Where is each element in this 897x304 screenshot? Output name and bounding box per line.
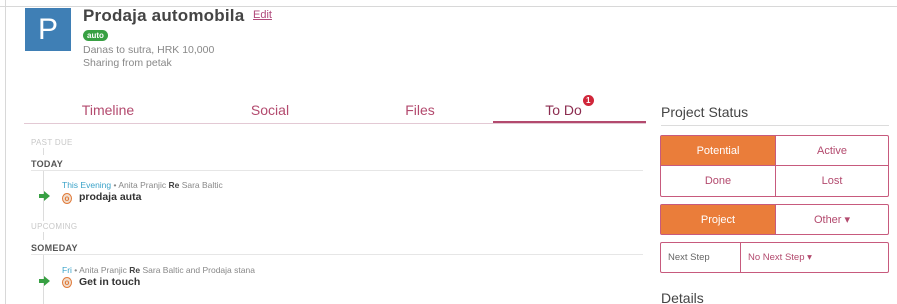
task-assignee: • Anita Pranjic xyxy=(71,265,130,275)
section-past-due: PAST DUE xyxy=(31,138,73,147)
status-active[interactable]: Active xyxy=(776,136,888,166)
project-meta-sharing: Sharing from petak xyxy=(83,57,172,69)
task-arrow-icon xyxy=(39,191,50,201)
details-heading: Details xyxy=(661,290,704,304)
tab-todo-label: To Do xyxy=(545,102,582,118)
tab-social[interactable]: Social xyxy=(184,99,356,123)
status-selector: Potential Active Done Lost xyxy=(660,135,889,197)
type-selector: Project Other ▾ xyxy=(660,204,889,235)
next-step-row: Next Step No Next Step ▾ xyxy=(660,242,889,273)
status-potential[interactable]: Potential xyxy=(661,136,776,166)
project-meta-value: Danas to sutra, HRK 10,000 xyxy=(83,44,215,56)
task-assignee: • Anita Pranjic xyxy=(111,180,169,190)
status-lost[interactable]: Lost xyxy=(776,166,888,196)
task-re-target[interactable]: Sara Baltic xyxy=(179,180,223,190)
type-project[interactable]: Project xyxy=(661,205,776,234)
project-status-title: Project Status xyxy=(661,104,749,120)
status-divider xyxy=(661,125,889,126)
project-avatar: P xyxy=(25,8,71,51)
task-due[interactable]: This Evening xyxy=(62,180,111,190)
next-step-label: Next Step xyxy=(661,243,741,272)
tab-files[interactable]: Files xyxy=(336,99,504,123)
task-meta: This Evening • Anita Pranjic Re Sara Bal… xyxy=(62,180,223,190)
tag-badge[interactable]: auto xyxy=(83,30,108,41)
window-left-border xyxy=(0,0,6,304)
task-re-label: Re xyxy=(168,180,180,190)
tab-timeline[interactable]: Timeline xyxy=(24,99,192,123)
task-arrow-icon xyxy=(39,276,50,286)
todo-count-badge: 1 xyxy=(582,95,594,106)
timeline-connector xyxy=(43,232,44,240)
type-other-dropdown[interactable]: Other ▾ xyxy=(776,205,888,234)
task-re-label: Re xyxy=(129,265,141,275)
divider xyxy=(31,170,643,171)
task-title[interactable]: Get in touch xyxy=(79,276,140,288)
divider xyxy=(31,254,643,255)
task-title[interactable]: prodaja auta xyxy=(79,191,141,203)
edit-link[interactable]: Edit xyxy=(253,9,272,21)
task-due[interactable]: Fri xyxy=(62,265,72,275)
project-tabs: Timeline Social Files To Do1 xyxy=(24,95,646,124)
task-icon[interactable]: o xyxy=(62,193,72,204)
task-meta: Fri • Anita Pranjic Re Sara Baltic and P… xyxy=(62,265,255,275)
section-upcoming: UPCOMING xyxy=(31,222,78,231)
section-today: TODAY xyxy=(31,159,64,169)
task-icon[interactable]: o xyxy=(62,277,72,288)
project-title: Prodaja automobila xyxy=(83,6,245,25)
section-someday: SOMEDAY xyxy=(31,243,78,253)
timeline-connector xyxy=(43,148,44,155)
tab-todo[interactable]: To Do1 xyxy=(493,95,646,123)
task-re-target[interactable]: Sara Baltic and Prodaja stana xyxy=(140,265,254,275)
status-done[interactable]: Done xyxy=(661,166,776,196)
next-step-dropdown[interactable]: No Next Step ▾ xyxy=(741,243,888,272)
